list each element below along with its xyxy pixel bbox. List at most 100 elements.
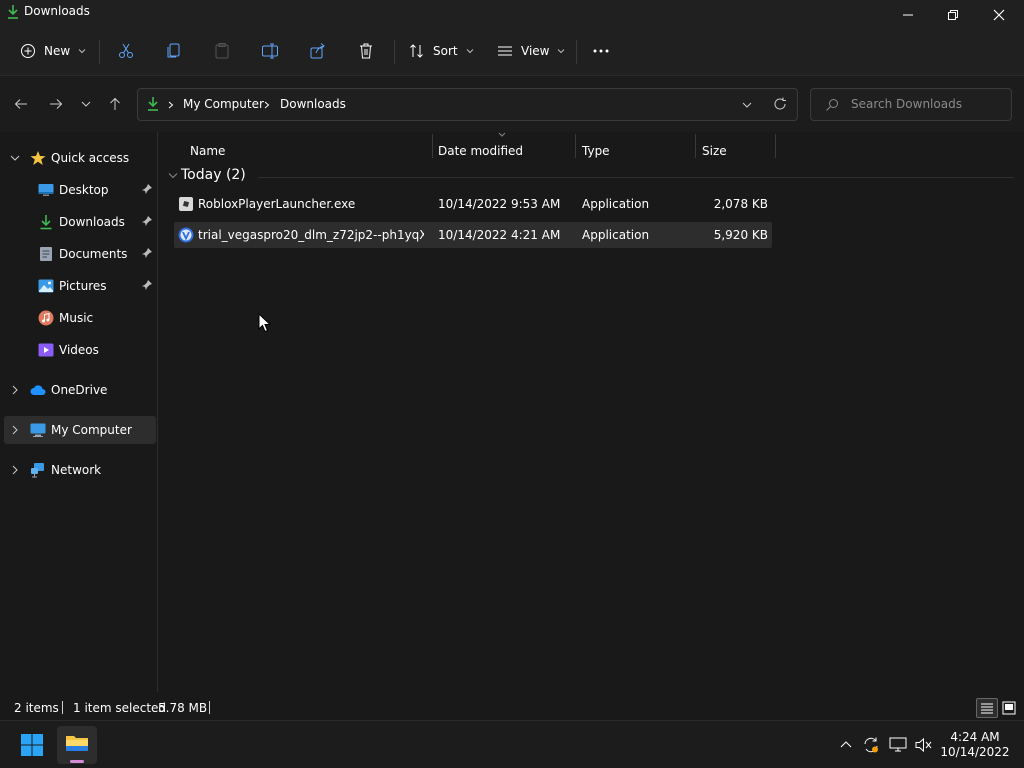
network-monitor-icon[interactable] [889,737,907,753]
sidebar-label: Music [59,311,94,325]
sidebar-item-music[interactable]: Music [0,304,156,332]
toolbar-divider [99,40,100,64]
search-icon [826,99,838,111]
speaker-muted-icon[interactable] [915,737,933,753]
refresh-button[interactable] [770,94,790,114]
view-button[interactable]: View [497,38,565,64]
toolbar-divider [394,40,395,64]
trash-icon [360,43,372,59]
sidebar-item-quick-access[interactable]: Quick access [0,144,156,172]
file-list: Name Date modified Type Size Today (2) R… [160,132,1024,692]
star-icon [30,151,46,165]
up-button[interactable] [105,94,125,114]
file-date: 10/14/2022 4:21 AM [438,228,561,242]
sidebar-label: Documents [59,247,128,261]
chevron-down-icon[interactable] [742,100,752,110]
column-header-size[interactable]: Size [702,138,727,164]
clipboard-icon [215,43,229,59]
breadcrumb-downloads[interactable]: Downloads [280,97,346,111]
close-button[interactable] [986,4,1012,26]
more-options-button[interactable] [592,38,610,64]
pin-icon [142,216,152,226]
sidebar-label: Desktop [59,183,109,197]
column-resize-handle[interactable] [432,134,433,158]
forward-button[interactable] [46,94,66,114]
file-size: 2,078 KB [713,197,768,211]
minimize-button[interactable] [895,4,921,26]
computer-icon [30,423,46,437]
sidebar-item-my-computer[interactable]: My Computer [4,416,156,444]
active-app-indicator [70,760,84,763]
group-label: Today (2) [181,167,246,183]
status-divider [209,701,210,714]
file-type: Application [582,228,650,242]
sort-label: Sort [433,44,458,58]
group-header-today[interactable]: Today (2) [168,166,1014,186]
paste-button[interactable] [213,38,231,64]
column-resize-handle[interactable] [695,134,696,158]
view-list-icon [498,46,512,56]
view-label: View [521,44,550,58]
recent-locations-button[interactable] [76,94,96,114]
back-button[interactable] [11,94,31,114]
restore-button[interactable] [940,4,966,26]
sidebar-item-pictures[interactable]: Pictures [0,272,156,300]
chevron-right-icon [12,425,18,435]
status-divider [62,701,63,714]
cut-button[interactable] [117,38,135,64]
sidebar-item-desktop[interactable]: Desktop [0,176,156,204]
delete-button[interactable] [357,38,375,64]
document-icon [40,247,52,261]
search-box[interactable]: Search Downloads [810,88,1012,121]
taskbar-file-explorer-button[interactable] [57,726,97,764]
rename-button[interactable] [261,38,279,64]
system-clock[interactable]: 4:24 AM 10/14/2022 [940,730,1010,760]
mouse-pointer-icon [258,313,272,333]
download-arrow-icon [8,5,18,19]
videos-icon [38,343,54,357]
start-button[interactable] [20,733,44,757]
sidebar-item-network[interactable]: Network [0,456,156,484]
chevron-up-icon[interactable] [840,740,852,748]
selection-size: 5.78 MB [158,701,208,715]
column-header-date-modified[interactable]: Date modified [438,138,523,164]
column-header-name[interactable]: Name [190,138,225,164]
copy-button[interactable] [165,38,183,64]
scissors-icon [119,43,133,58]
tiles-view-button[interactable] [1000,699,1018,717]
column-label: Date modified [438,144,524,158]
chevron-down-icon [81,101,91,107]
download-arrow-icon [40,215,52,230]
new-label: New [44,44,71,58]
share-icon [310,43,325,59]
sync-icon[interactable] [862,736,880,754]
chevron-down-icon [10,155,20,161]
vegas-app-icon [178,227,194,243]
file-type: Application [582,197,650,211]
share-button[interactable] [309,38,327,64]
sidebar-label: OneDrive [51,383,108,397]
arrow-up-icon [110,97,120,110]
sidebar-item-videos[interactable]: Videos [0,336,156,364]
copy-icon [167,43,180,58]
sidebar-label: My Computer [51,423,132,437]
column-header-type[interactable]: Type [582,138,610,164]
sort-button[interactable]: Sort [409,38,474,64]
column-resize-handle[interactable] [775,134,776,158]
clock-time: 4:24 AM [950,730,1000,744]
address-bar[interactable]: My Computer Downloads [137,88,798,121]
sidebar-item-onedrive[interactable]: OneDrive [0,376,156,404]
table-row[interactable]: trial_vegaspro20_dlm_z72jp2--ph1yqXHIJ..… [174,222,772,248]
toolbar-divider [576,40,577,64]
table-row[interactable]: RobloxPlayerLauncher.exe 10/14/2022 9:53… [174,191,772,217]
address-row: My Computer Downloads Search Downloads [0,76,1024,132]
refresh-icon [774,97,786,110]
column-resize-handle[interactable] [575,134,576,158]
cloud-icon [30,385,46,395]
tiles-view-icon [1002,701,1016,715]
details-view-button[interactable] [976,698,998,718]
sidebar-item-documents[interactable]: Documents [0,240,156,268]
breadcrumb-my-computer[interactable]: My Computer [183,97,264,111]
new-button[interactable]: New [20,38,86,64]
sidebar-item-downloads[interactable]: Downloads [0,208,156,236]
